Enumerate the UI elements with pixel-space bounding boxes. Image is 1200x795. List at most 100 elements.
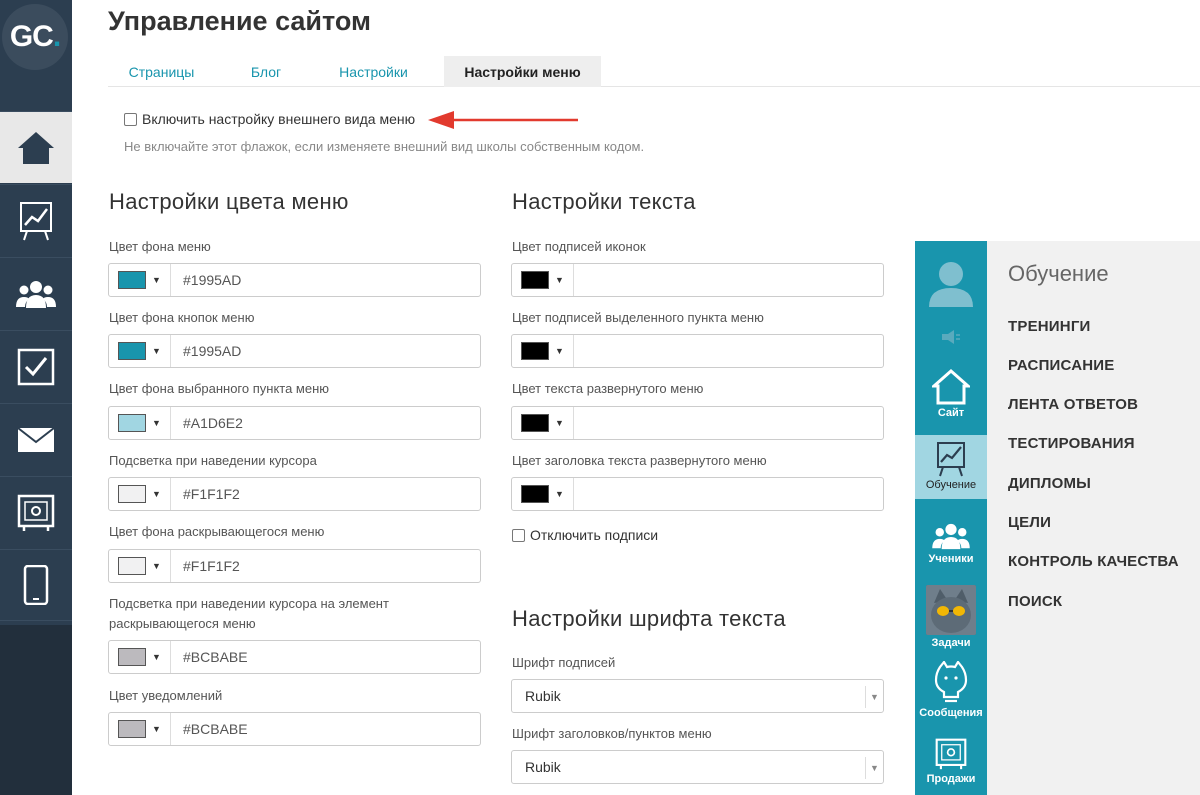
text-settings-heading: Настройки текста <box>512 189 696 214</box>
caption-font-value: Rubik <box>525 688 561 704</box>
caret-down-icon: ▼ <box>152 652 161 662</box>
color-swatch <box>118 720 147 738</box>
color-value-input[interactable]: #F1F1F2 <box>171 478 480 510</box>
logo-badge: GC. <box>2 4 68 70</box>
kitten-avatar <box>926 585 976 635</box>
text-field-label: Цвет подписей иконок <box>512 239 646 254</box>
enable-menu-style-label: Включить настройку внешнего вида меню <box>142 111 416 127</box>
color-picker-button[interactable]: ▼ <box>512 264 574 296</box>
preview-menu-item: ТРЕНИНГИ <box>1008 318 1091 335</box>
color-value-input[interactable] <box>574 264 883 296</box>
color-swatch <box>521 342 550 360</box>
sidebar-item-tasks[interactable] <box>0 330 72 402</box>
logo[interactable]: GC. <box>0 0 72 80</box>
caption-font-select[interactable]: Rubik ▼ <box>511 679 884 713</box>
color-picker-button[interactable]: ▼ <box>109 335 171 367</box>
caret-down-icon: ▼ <box>555 275 564 285</box>
color-swatch <box>521 414 550 432</box>
home-icon <box>18 131 54 164</box>
expanded-menu-text-color-field: ▼ <box>511 406 884 440</box>
color-picker-button[interactable]: ▼ <box>109 641 171 673</box>
caret-down-icon: ▼ <box>555 418 564 428</box>
safe-icon <box>935 738 967 770</box>
caret-down-icon: ▼ <box>152 275 161 285</box>
preview-sidebar: Сайт Обучение Ученики Задачи Сообщения П… <box>915 241 987 795</box>
disable-captions-label: Отключить подписи <box>530 527 659 543</box>
color-picker-button[interactable]: ▼ <box>512 335 574 367</box>
color-picker-button[interactable]: ▼ <box>109 478 171 510</box>
color-value-input[interactable] <box>574 407 883 439</box>
preview-avatar <box>915 241 987 323</box>
sidebar-item-site[interactable] <box>0 111 72 183</box>
menu-bg-color-field: ▼ #1995AD <box>108 263 481 297</box>
sidebar-item-sales[interactable] <box>0 476 72 548</box>
font-settings-heading: Настройки шрифта текста <box>512 606 786 631</box>
enable-menu-style-row[interactable]: Включить настройку внешнего вида меню <box>124 111 415 127</box>
logo-text: GC. <box>9 20 61 53</box>
heading-font-select[interactable]: Rubik ▼ <box>511 750 884 784</box>
color-field-label: Цвет фона выбранного пункта меню <box>109 381 330 396</box>
color-field-label: Цвет фона раскрывающегося меню <box>109 524 325 539</box>
color-value-input[interactable]: #BCBABE <box>171 713 480 745</box>
color-picker-button[interactable]: ▼ <box>109 264 171 296</box>
preview-item-learning: Обучение <box>915 435 987 499</box>
preview-item-site: Сайт <box>915 369 987 433</box>
caret-down-icon: ▼ <box>865 757 883 779</box>
users-icon <box>16 280 56 308</box>
caret-down-icon: ▼ <box>555 489 564 499</box>
sidebar-item-users[interactable] <box>0 257 72 329</box>
color-field-label: Подсветка при наведении курсора на элеме… <box>109 596 389 631</box>
tab-blog[interactable]: Блог <box>236 56 296 87</box>
tab-settings[interactable]: Настройки <box>322 56 425 87</box>
preview-menu-item: ТЕСТИРОВАНИЯ <box>1008 435 1135 452</box>
sidebar-item-mobile[interactable] <box>0 549 72 621</box>
sidebar-item-messages[interactable] <box>0 403 72 475</box>
expanded-menu-heading-color-field: ▼ <box>511 477 884 511</box>
text-field-label: Цвет текста развернутого меню <box>512 381 704 396</box>
disable-captions-row[interactable]: Отключить подписи <box>512 527 658 543</box>
caret-down-icon: ▼ <box>152 346 161 356</box>
preview-item-messages: Сообщения <box>915 661 987 729</box>
caret-down-icon: ▼ <box>152 418 161 428</box>
color-picker-button[interactable]: ▼ <box>109 550 171 582</box>
tab-menu-settings[interactable]: Настройки меню <box>444 56 601 87</box>
mail-icon <box>17 426 55 452</box>
disable-captions-checkbox[interactable] <box>512 528 525 542</box>
preview-item-tasks: Задачи <box>915 585 987 653</box>
color-value-input[interactable]: #F1F1F2 <box>171 550 480 582</box>
color-swatch <box>118 414 147 432</box>
color-value-input[interactable]: #A1D6E2 <box>171 407 480 439</box>
caption-font-label: Шрифт подписей <box>512 655 616 670</box>
home-icon <box>932 369 970 405</box>
tab-pages[interactable]: Страницы <box>108 56 215 87</box>
main-sidebar: GC. <box>0 0 72 795</box>
color-value-input[interactable]: #1995AD <box>171 264 480 296</box>
enable-menu-style-checkbox[interactable] <box>124 112 137 126</box>
speaker-icon <box>942 330 960 344</box>
color-picker-button[interactable]: ▼ <box>109 713 171 745</box>
color-value-input[interactable] <box>574 478 883 510</box>
color-picker-button[interactable]: ▼ <box>512 407 574 439</box>
sidebar-item-learning[interactable] <box>0 184 72 256</box>
color-field-label: Подсветка при наведении курсора <box>109 453 317 468</box>
chart-icon <box>20 201 52 240</box>
notification-color-field: ▼ #BCBABE <box>108 712 481 746</box>
preview-item-label: Продажи <box>926 773 976 785</box>
color-value-input[interactable]: #1995AD <box>171 335 480 367</box>
color-swatch <box>118 271 147 289</box>
color-value-input[interactable] <box>574 335 883 367</box>
bulb-cat-icon <box>934 661 968 703</box>
tab-bar: Страницы Блог Настройки Настройки меню <box>108 56 1200 87</box>
color-swatch <box>118 557 147 575</box>
preview-menu-item: ЛЕНТА ОТВЕТОВ <box>1008 396 1139 413</box>
color-picker-button[interactable]: ▼ <box>109 407 171 439</box>
kitten-image <box>926 585 976 635</box>
color-picker-button[interactable]: ▼ <box>512 478 574 510</box>
color-value-input[interactable]: #BCBABE <box>171 641 480 673</box>
icon-caption-color-field: ▼ <box>511 263 884 297</box>
users-icon <box>932 523 970 550</box>
caret-down-icon: ▼ <box>152 724 161 734</box>
color-swatch <box>118 648 147 666</box>
menu-preview: Сайт Обучение Ученики Задачи Сообщения П… <box>915 241 1200 795</box>
preview-speaker <box>915 325 987 349</box>
